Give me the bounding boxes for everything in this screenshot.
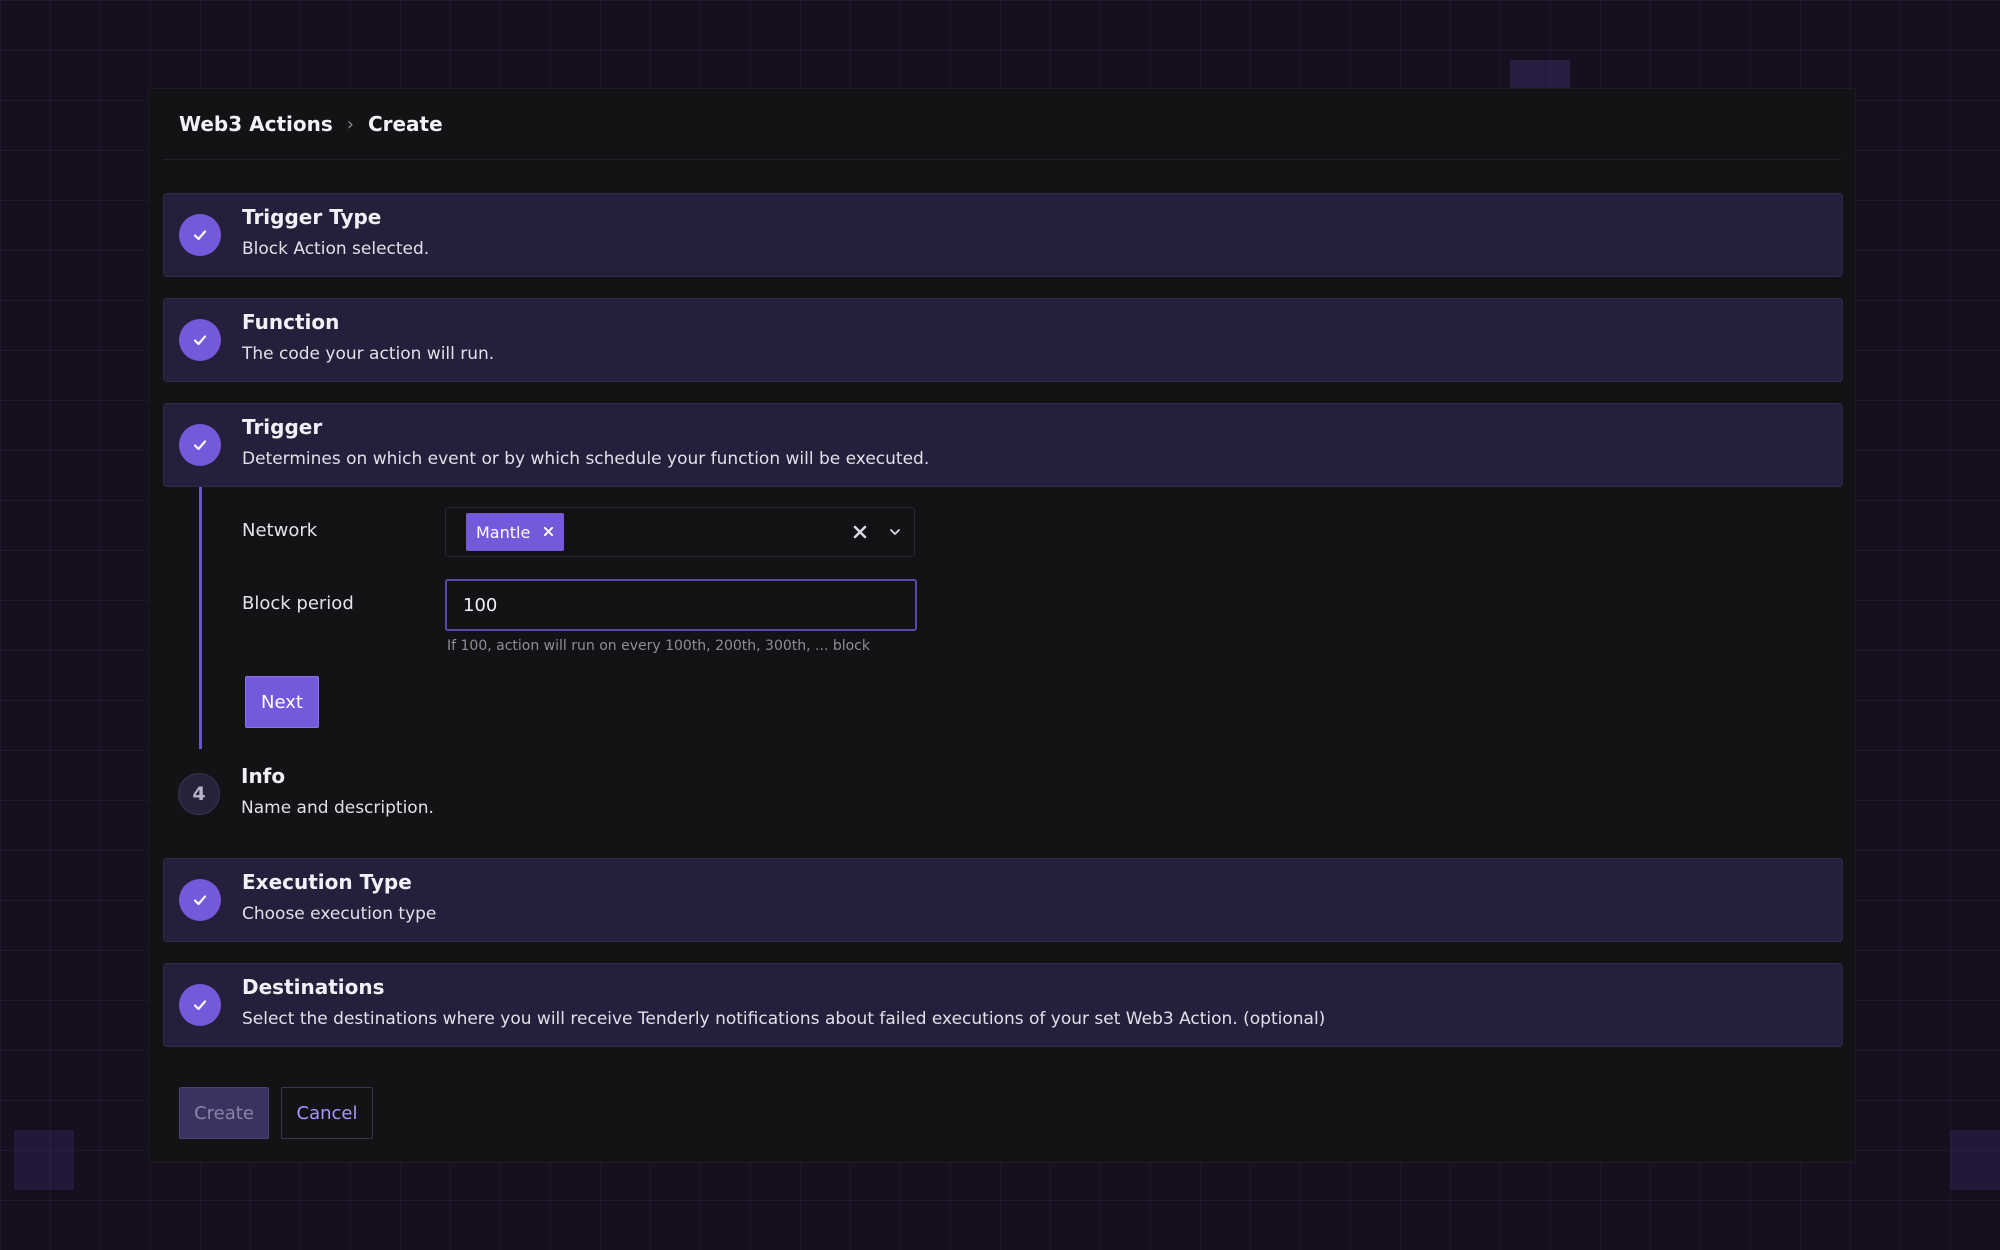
check-icon bbox=[193, 335, 207, 346]
step-title: Info bbox=[241, 764, 286, 788]
block-period-input[interactable] bbox=[445, 579, 917, 631]
breadcrumb: Web3 Actions › Create bbox=[179, 110, 443, 138]
check-icon bbox=[193, 440, 207, 451]
check-icon bbox=[193, 230, 207, 241]
step-description: Name and description. bbox=[241, 798, 434, 818]
block-period-label: Block period bbox=[242, 593, 354, 614]
step-title: Trigger bbox=[242, 415, 323, 439]
cancel-button[interactable]: Cancel bbox=[281, 1087, 373, 1139]
step-title: Execution Type bbox=[242, 870, 412, 894]
check-icon bbox=[193, 1000, 207, 1011]
create-button[interactable]: Create bbox=[179, 1087, 269, 1139]
step-function[interactable]: Function The code your action will run. bbox=[163, 298, 1843, 382]
step-description: Block Action selected. bbox=[242, 239, 430, 259]
step-description: Select the destinations where you will r… bbox=[242, 1009, 1326, 1029]
breadcrumb-current: Create bbox=[367, 112, 443, 136]
step-title: Destinations bbox=[242, 975, 385, 999]
step-description: The code your action will run. bbox=[242, 344, 495, 364]
chevron-down-icon[interactable] bbox=[886, 523, 904, 541]
chevron-right-icon: › bbox=[346, 113, 354, 135]
step-execution-type[interactable]: Execution Type Choose execution type bbox=[163, 858, 1843, 942]
step-trigger[interactable]: Trigger Determines on which event or by … bbox=[163, 403, 1843, 487]
check-icon bbox=[193, 895, 207, 906]
step-complete-indicator bbox=[179, 319, 221, 361]
step-destinations[interactable]: Destinations Select the destinations whe… bbox=[163, 963, 1843, 1047]
trigger-form: Network Mantle Block period If 100, acti… bbox=[199, 487, 1102, 749]
step-complete-indicator bbox=[179, 984, 221, 1026]
network-select[interactable]: Mantle bbox=[445, 507, 915, 557]
block-period-hint: If 100, action will run on every 100th, … bbox=[447, 638, 870, 654]
header-divider bbox=[163, 159, 1841, 160]
background-glow bbox=[1950, 1130, 2000, 1190]
step-complete-indicator bbox=[179, 879, 221, 921]
create-action-panel: Web3 Actions › Create Trigger Type Block… bbox=[148, 88, 1856, 1163]
step-info[interactable]: 4 Info Name and description. bbox=[163, 753, 1843, 837]
close-icon[interactable] bbox=[540, 523, 556, 539]
step-description: Determines on which event or by which sc… bbox=[242, 449, 930, 469]
step-complete-indicator bbox=[179, 214, 221, 256]
clear-icon[interactable] bbox=[850, 522, 870, 542]
background-glow bbox=[1510, 60, 1570, 90]
network-chip-label: Mantle bbox=[476, 522, 531, 542]
network-chip: Mantle bbox=[466, 513, 565, 551]
step-trigger-type[interactable]: Trigger Type Block Action selected. bbox=[163, 193, 1843, 277]
step-title: Trigger Type bbox=[242, 205, 382, 229]
next-button[interactable]: Next bbox=[245, 676, 319, 728]
breadcrumb-web3-actions[interactable]: Web3 Actions bbox=[179, 112, 333, 136]
network-label: Network bbox=[242, 520, 318, 541]
step-title: Function bbox=[242, 310, 340, 334]
step-description: Choose execution type bbox=[242, 904, 437, 924]
background-glow bbox=[14, 1130, 74, 1190]
step-complete-indicator bbox=[179, 424, 221, 466]
step-number: 4 bbox=[178, 773, 220, 815]
